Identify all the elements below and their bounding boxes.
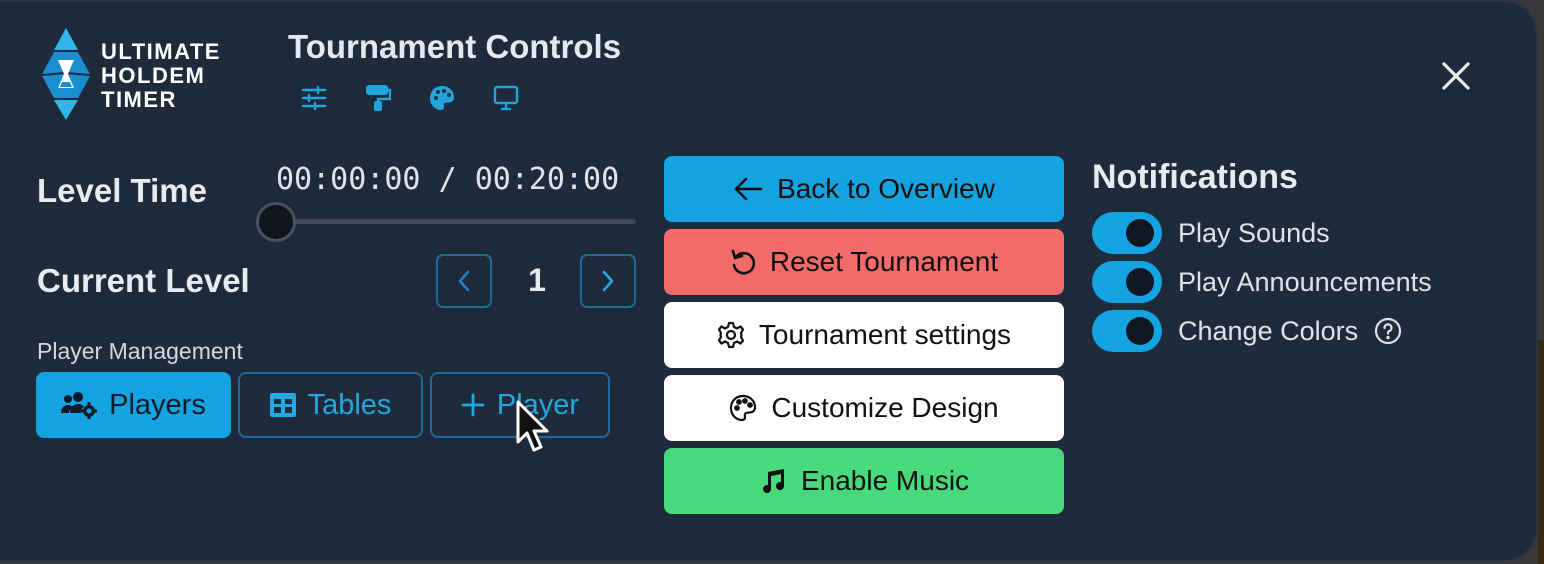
players-button-label: Players [109, 388, 206, 421]
play-sounds-row: Play Sounds [1092, 212, 1330, 254]
play-announcements-label: Play Announcements [1178, 266, 1432, 297]
level-time-slider-thumb[interactable] [256, 202, 296, 242]
back-to-overview-label: Back to Overview [777, 173, 995, 204]
play-sounds-toggle[interactable] [1092, 212, 1162, 254]
tournament-settings-button[interactable]: Tournament settings [664, 302, 1064, 368]
customize-design-button[interactable]: Customize Design [664, 375, 1064, 441]
next-level-button[interactable] [580, 254, 636, 308]
player-management-label: Player Management [37, 338, 243, 364]
current-level-label: Current Level [37, 262, 250, 299]
background-edge [1538, 340, 1544, 564]
toolbar [300, 84, 519, 111]
page-title: Tournament Controls [288, 28, 622, 65]
gear-icon [717, 321, 745, 349]
back-to-overview-button[interactable]: Back to Overview [664, 156, 1064, 222]
help-icon[interactable] [1374, 317, 1402, 345]
play-announcements-row: Play Announcements [1092, 261, 1432, 303]
tables-button-label: Tables [307, 388, 392, 421]
chevron-left-icon [458, 270, 470, 292]
notifications-title: Notifications [1092, 158, 1298, 196]
enable-music-label: Enable Music [800, 465, 970, 496]
change-colors-label: Change Colors [1178, 315, 1359, 346]
players-button[interactable]: Players [36, 372, 231, 438]
tournament-settings-label: Tournament settings [758, 319, 1012, 350]
change-colors-row: Change Colors [1092, 310, 1402, 352]
paint-roller-icon[interactable] [364, 84, 391, 111]
palette-icon[interactable] [428, 84, 455, 111]
hourglass-diamond-icon [42, 28, 90, 120]
close-button[interactable] [1436, 56, 1476, 96]
chevron-right-icon [602, 270, 614, 292]
palette-icon [730, 394, 757, 422]
change-colors-toggle[interactable] [1092, 310, 1162, 352]
enable-music-button[interactable]: Enable Music [664, 448, 1064, 514]
logo-text: ULTIMATE HOLDEM TIMER [101, 39, 221, 112]
play-announcements-toggle[interactable] [1092, 261, 1162, 303]
sliders-icon[interactable] [300, 84, 327, 111]
reset-tournament-label: Reset Tournament [769, 246, 999, 277]
play-sounds-label: Play Sounds [1178, 217, 1330, 248]
customize-design-label: Customize Design [771, 392, 999, 423]
logo: ULTIMATE HOLDEM TIMER [38, 26, 258, 126]
table-grid-icon [269, 393, 296, 417]
level-time-label: Level Time [37, 172, 207, 209]
previous-level-button[interactable] [436, 254, 492, 308]
time-separator: / [438, 162, 457, 197]
rotate-ccw-icon [731, 249, 755, 275]
level-time-readout: 00:00:00 / 00:20:00 [276, 162, 619, 197]
elapsed-time: 00:00:00 [276, 162, 421, 197]
monitor-icon[interactable] [492, 84, 519, 111]
reset-tournament-button[interactable]: Reset Tournament [664, 229, 1064, 295]
arrow-left-icon [734, 177, 763, 201]
mouse-cursor-icon [516, 400, 549, 452]
music-note-icon [762, 469, 784, 494]
users-gear-icon [61, 392, 98, 419]
tables-button[interactable]: Tables [238, 372, 423, 438]
total-time: 00:20:00 [474, 162, 620, 197]
level-time-slider-track[interactable] [276, 219, 636, 224]
current-level-value: 1 [528, 262, 546, 298]
close-icon [1442, 62, 1470, 90]
plus-icon [461, 393, 485, 417]
